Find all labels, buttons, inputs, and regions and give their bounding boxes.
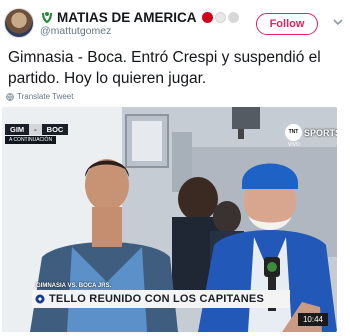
- tweet-text: Gimnasia - Boca. Entró Crespi y suspendi…: [8, 49, 321, 87]
- chevron-down-icon[interactable]: [332, 16, 344, 28]
- avatar[interactable]: [4, 8, 34, 38]
- follow-button[interactable]: Follow: [256, 13, 318, 35]
- superliga-logo-icon: [35, 294, 45, 304]
- scoreboard-subtitle: A CONTINUACIÓN: [5, 136, 57, 144]
- translate-label[interactable]: Translate Tweet: [17, 92, 73, 101]
- tweet-media-video-frame[interactable]: GIM - BOC A CONTINUACIÓN TNT SPORTS VIVO…: [2, 107, 337, 332]
- scoreboard-away: BOC: [41, 124, 69, 135]
- name-row[interactable]: MATIAS DE AMERICA: [40, 9, 239, 25]
- display-name[interactable]: MATIAS DE AMERICA: [57, 10, 197, 25]
- lower-third-title: TELLO REUNIDO CON LOS CAPITANES: [49, 293, 265, 305]
- football-logo-icon: [41, 11, 53, 23]
- broadcast-clock: 10:44: [298, 313, 328, 326]
- tnt-logo-circle: TNT: [285, 124, 302, 141]
- globe-icon: [6, 92, 14, 101]
- tnt-sports-logo: TNT SPORTS: [285, 124, 337, 141]
- translate-tweet-link[interactable]: Translate Tweet: [6, 92, 73, 101]
- lower-third-bar: TELLO REUNIDO CON LOS CAPITANES: [32, 290, 290, 308]
- live-indicator: VIVO: [288, 142, 300, 148]
- lower-third-match: GIMNASIA VS. BOCA JRS.: [36, 283, 112, 289]
- scoreboard-score: -: [29, 124, 42, 135]
- sports-wordmark: SPORTS: [304, 127, 337, 138]
- scoreboard-home: GIM: [5, 124, 30, 135]
- white-dot-emoji-icon: [214, 11, 226, 23]
- tweet-header: MATIAS DE AMERICA @mattutgomez Follow: [0, 0, 350, 40]
- red-dot-emoji-icon: [201, 11, 213, 23]
- user-handle[interactable]: @mattutgomez: [40, 25, 111, 37]
- grey-dot-emoji-icon: [227, 11, 239, 23]
